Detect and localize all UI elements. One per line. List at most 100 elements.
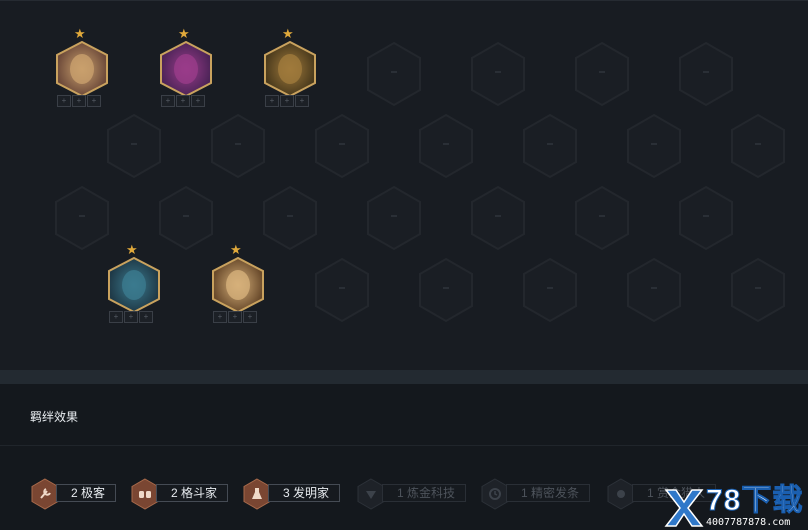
empty-hex-slot[interactable]	[520, 257, 580, 323]
slot-dash-icon	[547, 143, 553, 145]
slot-dash-icon	[495, 215, 501, 217]
hex-outline-icon	[523, 257, 577, 323]
empty-hex-slot[interactable]	[104, 113, 164, 179]
item-slot[interactable]: +	[295, 95, 309, 107]
champion-portrait	[212, 257, 264, 313]
item-slot[interactable]: +	[109, 311, 123, 323]
slot-dash-icon	[755, 287, 761, 289]
item-slot[interactable]: +	[87, 95, 101, 107]
trait-label: 1 精密发条	[506, 484, 591, 502]
slot-dash-icon	[651, 287, 657, 289]
hex-outline-icon	[211, 113, 265, 179]
empty-hex-slot[interactable]	[572, 41, 632, 107]
synergy-title: 羁绊效果	[30, 410, 79, 424]
champion-unit[interactable]: ★ + + +	[208, 243, 268, 329]
champion-portrait	[264, 41, 316, 97]
item-slot[interactable]: +	[228, 311, 242, 323]
hex-outline-icon	[419, 257, 473, 323]
empty-hex-slot[interactable]	[468, 41, 528, 107]
slot-dash-icon	[183, 215, 189, 217]
item-slots: + + +	[57, 95, 101, 107]
synergy-separator	[0, 445, 808, 446]
empty-hex-slot[interactable]	[676, 185, 736, 251]
slot-dash-icon	[339, 143, 345, 145]
empty-hex-slot[interactable]	[52, 185, 112, 251]
empty-hex-slot[interactable]	[520, 113, 580, 179]
champion-unit[interactable]: ★ + + +	[260, 27, 320, 113]
game-board: ★ + + + ★ + + + ★ + + + ★ + + + ★ + + +	[0, 0, 808, 371]
slot-dash-icon	[79, 215, 85, 217]
slot-dash-icon	[443, 287, 449, 289]
hex-outline-icon	[471, 185, 525, 251]
item-slots: + + +	[265, 95, 309, 107]
hex-outline-icon	[627, 113, 681, 179]
star-icon: ★	[282, 26, 294, 41]
hex-outline-icon	[419, 113, 473, 179]
site-watermark: 78下载 4007787878.com	[662, 484, 808, 530]
hex-outline-icon	[679, 185, 733, 251]
item-slot[interactable]: +	[191, 95, 205, 107]
trait-label: 2 格斗家	[156, 484, 229, 502]
item-slot[interactable]: +	[265, 95, 279, 107]
empty-hex-slot[interactable]	[676, 41, 736, 107]
trait-label: 1 炼金科技	[382, 484, 467, 502]
empty-hex-slot[interactable]	[312, 257, 372, 323]
slot-dash-icon	[443, 143, 449, 145]
empty-hex-slot[interactable]	[312, 113, 372, 179]
empty-hex-slot[interactable]	[468, 185, 528, 251]
item-slot[interactable]: +	[243, 311, 257, 323]
item-slot[interactable]: +	[72, 95, 86, 107]
champion-portrait	[56, 41, 108, 97]
slot-dash-icon	[235, 143, 241, 145]
item-slot[interactable]: +	[139, 311, 153, 323]
trait-label: 3 发明家	[268, 484, 341, 502]
hex-outline-icon	[367, 41, 421, 107]
slot-dash-icon	[391, 71, 397, 73]
item-slot[interactable]: +	[161, 95, 175, 107]
item-slot[interactable]: +	[124, 311, 138, 323]
empty-hex-slot[interactable]	[572, 185, 632, 251]
hex-outline-icon	[315, 113, 369, 179]
star-icon: ★	[126, 242, 138, 257]
champion-unit[interactable]: ★ + + +	[156, 27, 216, 113]
empty-hex-slot[interactable]	[624, 113, 684, 179]
slot-dash-icon	[287, 215, 293, 217]
slot-dash-icon	[131, 143, 137, 145]
hex-outline-icon	[107, 113, 161, 179]
empty-hex-slot[interactable]	[364, 41, 424, 107]
watermark-logo-icon	[664, 489, 704, 527]
empty-hex-slot[interactable]	[416, 257, 476, 323]
hex-outline-icon	[731, 257, 785, 323]
item-slots: + + +	[109, 311, 153, 323]
star-icon: ★	[74, 26, 86, 41]
empty-hex-slot[interactable]	[156, 185, 216, 251]
hex-outline-icon	[731, 113, 785, 179]
hex-outline-icon	[159, 185, 213, 251]
empty-hex-slot[interactable]	[728, 113, 788, 179]
item-slot[interactable]: +	[57, 95, 71, 107]
empty-hex-slot[interactable]	[364, 185, 424, 251]
slot-dash-icon	[599, 71, 605, 73]
slot-dash-icon	[755, 143, 761, 145]
champion-portrait	[108, 257, 160, 313]
champion-unit[interactable]: ★ + + +	[52, 27, 112, 113]
hex-outline-icon	[367, 185, 421, 251]
champion-unit[interactable]: ★ + + +	[104, 243, 164, 329]
hex-outline-icon	[575, 185, 629, 251]
item-slot[interactable]: +	[213, 311, 227, 323]
item-slots: + + +	[213, 311, 257, 323]
item-slot[interactable]: +	[280, 95, 294, 107]
watermark-url: 4007787878.com	[706, 517, 791, 528]
watermark-brand: 78下载	[705, 484, 804, 518]
item-slots: + + +	[161, 95, 205, 107]
hex-outline-icon	[627, 257, 681, 323]
empty-hex-slot[interactable]	[416, 113, 476, 179]
slot-dash-icon	[703, 71, 709, 73]
item-slot[interactable]: +	[176, 95, 190, 107]
slot-dash-icon	[651, 143, 657, 145]
champion-portrait	[160, 41, 212, 97]
empty-hex-slot[interactable]	[208, 113, 268, 179]
empty-hex-slot[interactable]	[624, 257, 684, 323]
empty-hex-slot[interactable]	[260, 185, 320, 251]
empty-hex-slot[interactable]	[728, 257, 788, 323]
